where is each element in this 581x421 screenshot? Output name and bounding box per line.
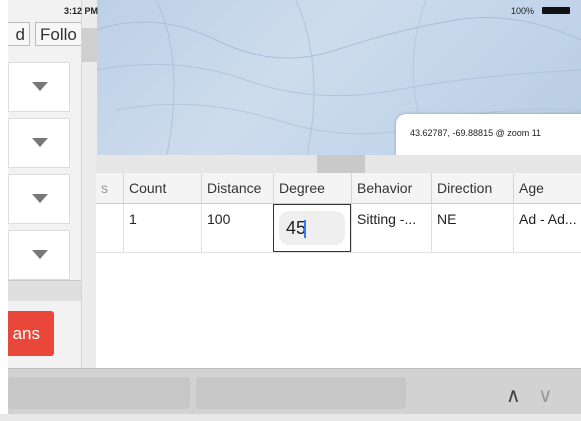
column-header-direction[interactable]: Direction (431, 173, 513, 203)
dropdown-2[interactable] (8, 118, 70, 168)
dropdown-arrow-icon (32, 138, 48, 147)
cell-count[interactable]: 1 (123, 204, 201, 252)
status-time: 3:12 PM (64, 6, 99, 16)
column-header-count[interactable]: Count (123, 173, 201, 203)
vertical-scroll-thumb[interactable] (82, 28, 97, 62)
cell-degree[interactable] (273, 204, 351, 252)
row-partial-cell (96, 204, 123, 252)
app-window: 43.62787, -69.88815 @ zoom 11 d Follo an… (8, 0, 581, 414)
accessory-segment-2[interactable] (196, 377, 406, 409)
window-shadow (0, 414, 581, 421)
panel-divider (8, 280, 88, 301)
column-header-distance[interactable]: Distance (201, 173, 273, 203)
horizontal-scrollbar[interactable] (96, 155, 581, 173)
horizontal-scroll-thumb[interactable] (317, 155, 365, 173)
follow-button[interactable]: Follo (35, 22, 85, 46)
dropdown-arrow-icon (32, 194, 48, 203)
dropdown-arrow-icon (32, 250, 48, 259)
battery-percent: 100% (511, 6, 535, 16)
text-caret (304, 220, 306, 238)
cell-direction[interactable]: NE (431, 204, 513, 252)
cell-distance[interactable]: 100 (201, 204, 273, 252)
map-coordinate-label: 43.62787, -69.88815 @ zoom 11 (396, 114, 581, 158)
dropdown-3[interactable] (8, 174, 70, 224)
degree-input[interactable] (279, 211, 345, 245)
accessory-segment-1[interactable] (8, 377, 190, 409)
up-arrow-icon[interactable]: ∧ (506, 383, 521, 408)
dropdown-1[interactable] (8, 62, 70, 112)
dropdown-4[interactable] (8, 230, 70, 280)
observation-table: s Count Distance Degree Behavior Directi… (96, 173, 581, 368)
battery-icon (542, 7, 578, 14)
column-header-degree[interactable]: Degree (273, 173, 351, 203)
cell-behavior[interactable]: Sitting -... (351, 204, 431, 252)
keyboard-accessory-bar: ∧ ∨ (8, 368, 581, 414)
coordinate-text: 43.62787, -69.88815 @ zoom 11 (410, 128, 542, 138)
top-button-partial[interactable]: d (8, 22, 30, 46)
column-header-age[interactable]: Age (513, 173, 581, 203)
dropdown-arrow-icon (32, 82, 48, 91)
column-header-partial: s (101, 180, 108, 196)
action-button[interactable]: ans (8, 311, 54, 356)
down-arrow-icon[interactable]: ∨ (538, 383, 553, 408)
table-row[interactable]: 1 100 Sitting -... NE Ad - Ad... (96, 204, 581, 253)
table-header-row: s Count Distance Degree Behavior Directi… (96, 173, 581, 204)
column-header-behavior[interactable]: Behavior (351, 173, 431, 203)
left-panel: d Follo ans (8, 0, 97, 368)
vertical-scrollbar[interactable] (81, 0, 97, 368)
cell-age[interactable]: Ad - Ad... (513, 204, 581, 252)
